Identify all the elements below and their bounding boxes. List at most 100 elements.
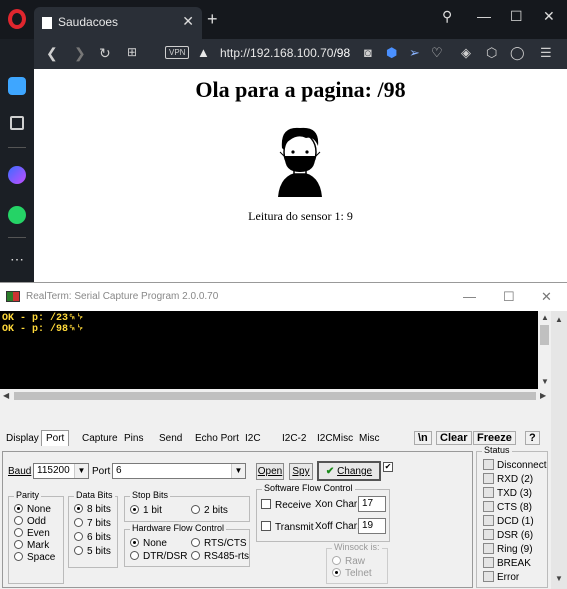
xon-char-input[interactable]: 17 <box>358 496 386 512</box>
tab-i2c[interactable]: I2C <box>245 433 261 444</box>
port-select[interactable]: 6 ▼ <box>112 463 246 479</box>
scroll-thumb[interactable] <box>540 325 549 345</box>
software-flow-title: Software Flow Control <box>262 483 355 493</box>
tab-port[interactable]: Port <box>41 430 70 446</box>
scroll-right-icon[interactable]: ▶ <box>540 391 546 400</box>
heart-bookmark-icon[interactable]: ♡ <box>431 45 443 61</box>
hw-flow-rtscts-radio[interactable]: RTS/CTS <box>191 538 247 549</box>
freeze-button[interactable]: Freeze <box>473 431 516 445</box>
change-checkbox[interactable]: ✔ <box>383 462 393 472</box>
hw-flow-dtrdsr-radio[interactable]: DTR/DSR <box>130 551 187 562</box>
more-icon[interactable]: ⋯ <box>10 251 24 268</box>
data-bits-6-radio[interactable]: 6 bits <box>74 532 111 543</box>
address-bar: ❮ ❯ ↻ ⊞ VPN ▲ http://192.168.100.70/98 ◙… <box>34 39 567 69</box>
whatsapp-icon[interactable] <box>8 206 26 224</box>
pinboard-icon[interactable]: ◈ <box>461 45 471 61</box>
insecure-warning-icon[interactable]: ▲ <box>197 45 210 60</box>
radio-label: DTR/DSR <box>143 551 188 562</box>
tab-pins[interactable]: Pins <box>124 433 143 444</box>
easy-setup-icon[interactable]: ☰ <box>540 45 552 61</box>
data-bits-7-radio[interactable]: 7 bits <box>74 518 111 529</box>
radio-label: Odd <box>27 516 46 527</box>
minimize-icon[interactable]: — <box>477 8 491 24</box>
data-bits-8-radio[interactable]: 8 bits <box>74 504 111 515</box>
parity-mark-radio[interactable]: Mark <box>14 540 49 551</box>
minimize-icon[interactable]: — <box>463 289 476 304</box>
adblock-shield-icon[interactable]: ⬢ <box>386 45 397 61</box>
back-icon[interactable]: ❮ <box>46 45 58 62</box>
maximize-icon[interactable]: ☐ <box>510 8 523 25</box>
winsock-group: Winsock is: Raw Telnet <box>326 542 388 584</box>
radio-label: Space <box>27 552 56 563</box>
stop-bits-1-radio[interactable]: 1 bit <box>130 505 162 516</box>
parity-odd-radio[interactable]: Odd <box>14 516 46 527</box>
home-icon[interactable] <box>8 77 26 95</box>
parity-none-radio[interactable]: None <box>14 504 51 515</box>
checkbox-label: Transmit <box>275 522 314 533</box>
tab-send[interactable]: Send <box>159 433 182 444</box>
profile-icon[interactable]: ◯ <box>510 45 525 61</box>
maximize-icon[interactable]: ☐ <box>503 289 515 305</box>
winsock-raw-radio[interactable]: Raw <box>332 556 365 567</box>
winsock-telnet-radio[interactable]: Telnet <box>332 568 372 579</box>
extensions-icon[interactable]: ⬡ <box>486 45 497 61</box>
transmit-checkbox[interactable]: Transmit <box>261 521 314 533</box>
parity-group: Parity None Odd Even Mark Space <box>8 490 64 584</box>
scroll-left-icon[interactable]: ◀ <box>3 391 9 400</box>
stop-bits-2-radio[interactable]: 2 bits <box>191 505 228 516</box>
status-title: Status <box>482 445 512 455</box>
scroll-down-icon[interactable]: ▼ <box>541 377 549 386</box>
terminal-vertical-scrollbar[interactable]: ▲ ▼ <box>538 311 551 389</box>
scroll-up-icon[interactable]: ▲ <box>541 313 549 322</box>
clear-button[interactable]: Clear <box>436 431 472 445</box>
tab-misc[interactable]: Misc <box>359 433 380 444</box>
opera-logo-icon[interactable] <box>8 9 26 29</box>
receive-checkbox[interactable]: Receive <box>261 499 311 511</box>
send-icon[interactable]: ➢ <box>409 45 420 61</box>
xoff-char-input[interactable]: 19 <box>358 518 386 534</box>
sensor-reading: Leitura do sensor 1: 9 <box>248 209 353 223</box>
url-field[interactable]: http://192.168.100.70/98 <box>220 46 350 60</box>
tab-display[interactable]: Display <box>6 433 39 444</box>
close-window-icon[interactable]: ✕ <box>543 8 555 25</box>
parity-even-radio[interactable]: Even <box>14 528 50 539</box>
close-window-icon[interactable]: ✕ <box>541 289 552 305</box>
tab-close-icon[interactable]: ✕ <box>182 13 194 30</box>
new-tab-icon[interactable]: + <box>207 9 218 30</box>
bookmark-icon[interactable] <box>10 116 24 130</box>
terminal-line: OK - p: /23␍␊ <box>2 313 85 324</box>
tab-i2cmisc[interactable]: I2CMisc <box>317 433 353 444</box>
tab-echo-port[interactable]: Echo Port <box>195 433 239 444</box>
radio-label: 1 bit <box>143 505 162 516</box>
data-bits-5-radio[interactable]: 5 bits <box>74 546 111 557</box>
search-tabs-icon[interactable]: ⚲ <box>442 8 452 25</box>
baud-select[interactable]: 115200 ▼ <box>33 463 89 479</box>
radio-label: Mark <box>27 540 50 551</box>
open-button[interactable]: Open <box>256 463 284 480</box>
snapshot-icon[interactable]: ◙ <box>364 45 372 60</box>
browser-tab[interactable]: Saudacoes ✕ <box>34 7 202 39</box>
spy-button[interactable]: Spy <box>289 463 313 480</box>
change-button[interactable]: ✔ Change <box>317 461 381 481</box>
speed-dial-icon[interactable]: ⊞ <box>127 45 137 59</box>
tab-i2c-2[interactable]: I2C-2 <box>282 433 306 444</box>
messenger-icon[interactable] <box>8 166 26 184</box>
help-button[interactable]: ? <box>525 431 540 445</box>
forward-icon[interactable]: ❯ <box>74 45 86 62</box>
scroll-thumb[interactable] <box>14 392 536 400</box>
status-cts: CTS (8) <box>483 501 532 513</box>
tab-capture[interactable]: Capture <box>82 433 118 444</box>
window-scrollbar[interactable]: ▲ ▼ <box>551 311 567 589</box>
scroll-up-icon[interactable]: ▲ <box>555 315 563 324</box>
scroll-down-icon[interactable]: ▼ <box>555 574 563 583</box>
reload-icon[interactable]: ↻ <box>99 45 111 62</box>
newline-button[interactable]: \n <box>414 431 432 445</box>
hardware-flow-group: Hardware Flow Control None RTS/CTS DTR/D… <box>124 523 250 567</box>
terminal-output[interactable]: OK - p: /23␍␊ OK - p: /98␍␊ <box>0 311 538 389</box>
parity-space-radio[interactable]: Space <box>14 552 55 563</box>
data-bits-title: Data Bits <box>74 490 115 500</box>
hw-flow-none-radio[interactable]: None <box>130 538 167 549</box>
vpn-badge[interactable]: VPN <box>165 46 190 59</box>
terminal-horizontal-scrollbar[interactable]: ◀ ▶ <box>0 389 551 403</box>
hw-flow-rs485-radio[interactable]: RS485-rts <box>191 551 249 562</box>
